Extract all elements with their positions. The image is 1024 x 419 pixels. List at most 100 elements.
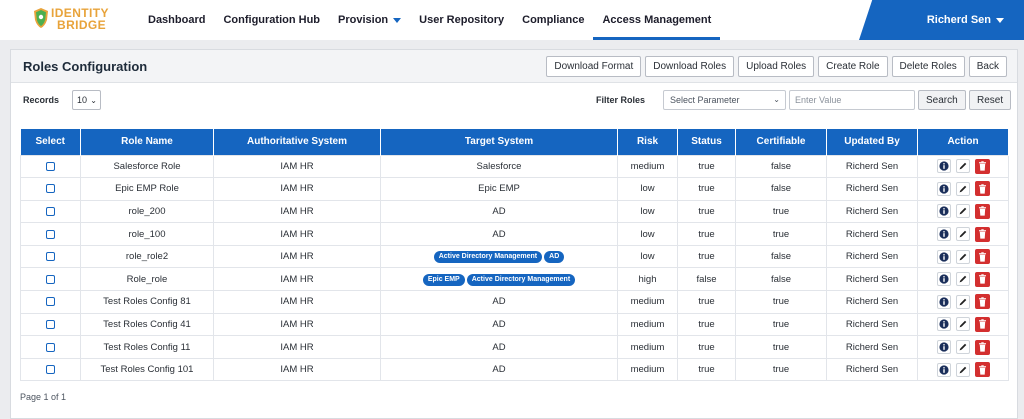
user-menu[interactable]: Richerd Sen bbox=[859, 0, 1024, 40]
col-role-name[interactable]: Role Name bbox=[80, 129, 214, 155]
table-row[interactable]: Test Roles Config 101 IAM HR AD medium true t… bbox=[20, 357, 1009, 382]
delete-icon[interactable] bbox=[974, 181, 990, 197]
brand-logo[interactable]: IDENTITY BRIDGE bbox=[33, 6, 123, 34]
select-cell bbox=[20, 177, 81, 201]
table-row[interactable]: Test Roles Config 41 IAM HR AD medium true tr… bbox=[20, 312, 1009, 337]
nav-configuration-hub[interactable]: Configuration Hub bbox=[214, 0, 329, 40]
user-name: Richerd Sen bbox=[926, 14, 991, 26]
delete-icon[interactable] bbox=[974, 249, 990, 265]
risk-cell: medium bbox=[617, 312, 678, 337]
authoritative-system-cell: IAM HR bbox=[213, 335, 381, 359]
edit-icon[interactable] bbox=[955, 294, 970, 309]
row-checkbox[interactable] bbox=[46, 274, 55, 284]
col-risk[interactable]: Risk bbox=[617, 129, 678, 155]
info-icon[interactable] bbox=[936, 294, 951, 309]
role-name-cell: Role_role bbox=[80, 267, 214, 292]
upload-roles-button[interactable]: Upload Roles bbox=[738, 56, 815, 77]
target-system-cell: Salesforce bbox=[380, 154, 618, 179]
row-checkbox[interactable] bbox=[46, 161, 55, 171]
select-cell bbox=[20, 244, 81, 269]
target-system-cell: Active Directory Management AD bbox=[380, 244, 618, 269]
row-checkbox[interactable] bbox=[46, 297, 55, 307]
nav-dashboard[interactable]: Dashboard bbox=[139, 0, 214, 40]
col-target-system[interactable]: Target System bbox=[380, 129, 618, 155]
filter-value-input[interactable]: Enter Value bbox=[789, 90, 915, 110]
delete-icon[interactable] bbox=[974, 226, 990, 242]
nav-user-repository[interactable]: User Repository bbox=[410, 0, 513, 40]
edit-icon[interactable] bbox=[955, 317, 970, 332]
nav-provision[interactable]: Provision bbox=[329, 0, 410, 40]
reset-button[interactable]: Reset bbox=[969, 90, 1012, 110]
target-system-badge: Active Directory Management bbox=[466, 273, 576, 286]
select-cell bbox=[20, 267, 81, 292]
risk-cell: medium bbox=[617, 357, 678, 382]
nav-compliance[interactable]: Compliance bbox=[513, 0, 593, 40]
row-checkbox[interactable] bbox=[46, 342, 55, 352]
header-actions: Download Format Download Roles Upload Ro… bbox=[546, 56, 1007, 77]
delete-icon[interactable] bbox=[974, 158, 990, 174]
edit-icon[interactable] bbox=[955, 204, 970, 219]
table-row[interactable]: Test Roles Config 11 IAM HR AD medium true tr… bbox=[20, 335, 1009, 359]
page-title: Roles Configuration bbox=[23, 59, 148, 74]
row-checkbox[interactable] bbox=[46, 229, 55, 239]
parameter-select[interactable]: Select Parameter ⌄ bbox=[663, 90, 786, 110]
download-roles-button[interactable]: Download Roles bbox=[645, 56, 735, 77]
edit-icon[interactable] bbox=[955, 227, 970, 242]
info-icon[interactable] bbox=[936, 181, 951, 196]
row-checkbox[interactable] bbox=[46, 319, 55, 329]
status-cell: true bbox=[677, 177, 736, 201]
nav-provision-label: Provision bbox=[338, 14, 389, 26]
info-icon[interactable] bbox=[936, 272, 951, 287]
info-icon[interactable] bbox=[936, 362, 951, 377]
delete-icon[interactable] bbox=[974, 339, 990, 355]
row-actions bbox=[918, 316, 1008, 332]
delete-icon[interactable] bbox=[974, 294, 990, 310]
table-row[interactable]: Role_role IAM HR Epic EMP Active Directory … bbox=[20, 267, 1009, 292]
delete-icon[interactable] bbox=[974, 316, 990, 332]
col-status[interactable]: Status bbox=[677, 129, 736, 155]
table-row[interactable]: Test Roles Config 81 IAM HR AD medium true tr… bbox=[20, 290, 1009, 314]
info-icon[interactable] bbox=[936, 227, 951, 242]
col-authoritative-system[interactable]: Authoritative System bbox=[213, 129, 381, 155]
row-checkbox[interactable] bbox=[46, 365, 55, 375]
col-updated-by[interactable]: Updated By bbox=[826, 129, 918, 155]
download-format-button[interactable]: Download Format bbox=[546, 56, 642, 77]
table-row[interactable]: role_100 IAM HR AD low true true Richerd Sen bbox=[20, 222, 1009, 246]
target-system-text: AD bbox=[492, 205, 506, 217]
table-row[interactable]: role_role2 IAM HR Active Directory Managem… bbox=[20, 244, 1009, 269]
delete-roles-button[interactable]: Delete Roles bbox=[891, 56, 965, 77]
row-checkbox[interactable] bbox=[46, 206, 55, 216]
delete-icon[interactable] bbox=[974, 362, 990, 378]
row-checkbox[interactable] bbox=[46, 252, 55, 262]
info-icon[interactable] bbox=[936, 317, 951, 332]
info-icon[interactable] bbox=[936, 249, 951, 264]
nav-access-management[interactable]: Access Management bbox=[593, 0, 721, 40]
role-name-cell: Salesforce Role bbox=[80, 154, 214, 179]
table-row[interactable]: Salesforce Role IAM HR Salesforce medium tru… bbox=[20, 154, 1009, 179]
col-certifiable[interactable]: Certifiable bbox=[735, 129, 827, 155]
info-icon[interactable] bbox=[936, 340, 951, 355]
row-actions bbox=[918, 226, 1008, 242]
edit-icon[interactable] bbox=[955, 272, 970, 287]
delete-icon[interactable] bbox=[974, 203, 990, 219]
delete-icon[interactable] bbox=[974, 271, 990, 287]
edit-icon[interactable] bbox=[955, 362, 970, 377]
records-select[interactable]: 10 ⌄ bbox=[72, 90, 101, 110]
table-row[interactable]: role_200 IAM HR AD low true true Richerd Sen bbox=[20, 199, 1009, 224]
edit-icon[interactable] bbox=[955, 159, 970, 174]
create-role-button[interactable]: Create Role bbox=[818, 56, 888, 77]
authoritative-system-cell: IAM HR bbox=[213, 312, 381, 337]
authoritative-system-cell: IAM HR bbox=[213, 199, 381, 224]
edit-icon[interactable] bbox=[955, 340, 970, 355]
table-row[interactable]: Epic EMP Role IAM HR Epic EMP low true false R… bbox=[20, 177, 1009, 201]
target-system-badge: Epic EMP bbox=[422, 273, 465, 286]
info-icon[interactable] bbox=[936, 159, 951, 174]
edit-icon[interactable] bbox=[955, 249, 970, 264]
target-system-text: Epic EMP bbox=[478, 183, 520, 195]
back-button[interactable]: Back bbox=[968, 56, 1007, 77]
search-button[interactable]: Search bbox=[918, 90, 966, 110]
row-checkbox[interactable] bbox=[46, 184, 55, 194]
action-cell bbox=[917, 290, 1009, 314]
info-icon[interactable] bbox=[936, 204, 951, 219]
edit-icon[interactable] bbox=[955, 181, 970, 196]
